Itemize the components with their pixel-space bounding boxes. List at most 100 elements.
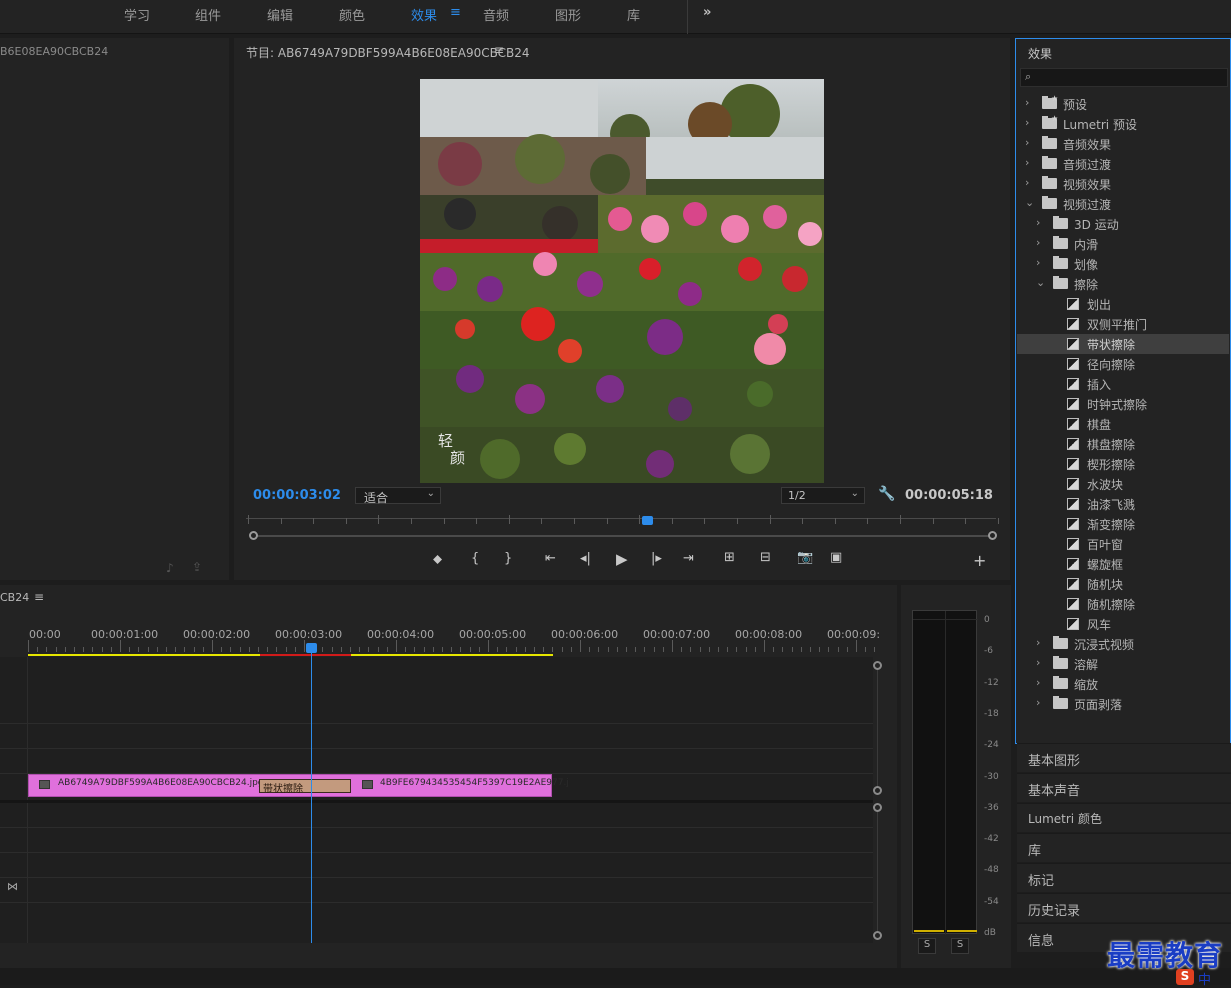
effects-tree-item[interactable]: › 音频效果 bbox=[1017, 134, 1229, 154]
vertical-zoom-handle[interactable] bbox=[873, 661, 882, 670]
workspace-tab-editing[interactable]: 编辑 bbox=[267, 5, 293, 24]
effects-search-input[interactable]: ⌕ bbox=[1020, 68, 1228, 87]
mark-in-icon[interactable]: { bbox=[471, 551, 479, 566]
extract-icon[interactable]: ⊟ bbox=[760, 550, 771, 565]
solo-button-left[interactable]: S bbox=[918, 938, 936, 954]
effects-tree-item[interactable]: › 沉浸式视频 bbox=[1017, 634, 1229, 654]
mark-out-icon[interactable]: } bbox=[504, 551, 512, 566]
effects-tree-item[interactable]: 风车 bbox=[1017, 614, 1229, 634]
chevron-right-icon[interactable]: › bbox=[1036, 636, 1040, 649]
side-panel-tab[interactable]: 基本声音 bbox=[1017, 773, 1231, 802]
play-icon[interactable]: ▶ bbox=[616, 550, 628, 568]
side-panel-tab[interactable]: 标记 bbox=[1017, 863, 1231, 892]
effects-tree-item[interactable]: 划出 bbox=[1017, 294, 1229, 314]
vertical-zoom-handle[interactable] bbox=[873, 803, 882, 812]
zoom-handle-left[interactable] bbox=[249, 531, 258, 540]
side-panel-tab[interactable]: 基本图形 bbox=[1017, 743, 1231, 772]
effects-tree-item[interactable]: › 音频过渡 bbox=[1017, 154, 1229, 174]
effects-tree-item[interactable]: › 缩放 bbox=[1017, 674, 1229, 694]
effects-tree-item[interactable]: 双侧平推门 bbox=[1017, 314, 1229, 334]
timeline-playhead-line[interactable] bbox=[311, 653, 312, 943]
vertical-scrollbar[interactable] bbox=[877, 812, 878, 931]
program-playhead[interactable] bbox=[642, 516, 653, 525]
program-menu-icon[interactable]: ≡ bbox=[494, 43, 504, 57]
chevron-right-icon[interactable]: › bbox=[1036, 676, 1040, 689]
effects-tree-item[interactable]: 径向擦除 bbox=[1017, 354, 1229, 374]
chevron-right-icon[interactable]: › bbox=[1036, 236, 1040, 249]
workspace-tab-assembly[interactable]: 组件 bbox=[195, 5, 221, 24]
zoom-handle-right[interactable] bbox=[988, 531, 997, 540]
workspace-tab-effects[interactable]: 效果 bbox=[411, 5, 437, 24]
add-marker-icon[interactable]: ⬥ bbox=[433, 552, 442, 567]
fit-dropdown[interactable]: 适合 ⌄ bbox=[355, 487, 441, 505]
effects-tree-item[interactable]: › 内滑 bbox=[1017, 234, 1229, 254]
effects-tree-item[interactable]: 渐变擦除 bbox=[1017, 514, 1229, 534]
effects-tree-item[interactable]: › 视频效果 bbox=[1017, 174, 1229, 194]
chevron-right-icon[interactable]: › bbox=[1036, 216, 1040, 229]
vertical-zoom-handle[interactable] bbox=[873, 931, 882, 940]
vertical-scrollbar[interactable] bbox=[877, 670, 878, 786]
add-button-icon[interactable]: + bbox=[973, 551, 986, 570]
export-frame-icon[interactable]: 📷 bbox=[797, 550, 813, 565]
effects-tree-item[interactable]: 螺旋框 bbox=[1017, 554, 1229, 574]
go-to-out-icon[interactable]: ⇥ bbox=[683, 551, 694, 566]
effects-tree-item[interactable]: › 溶解 bbox=[1017, 654, 1229, 674]
chevron-right-icon[interactable]: › bbox=[1025, 96, 1029, 109]
effects-tree-item[interactable]: 棋盘擦除 bbox=[1017, 434, 1229, 454]
export-frame-icon[interactable]: ⇪ bbox=[192, 560, 202, 574]
chevron-right-icon[interactable]: › bbox=[1025, 176, 1029, 189]
effects-tree-item[interactable]: › 划像 bbox=[1017, 254, 1229, 274]
solo-button-right[interactable]: S bbox=[951, 938, 969, 954]
effects-tree-item[interactable]: 楔形擦除 bbox=[1017, 454, 1229, 474]
effects-tree-item[interactable]: 随机擦除 bbox=[1017, 594, 1229, 614]
chevron-right-icon[interactable]: › bbox=[1025, 136, 1029, 149]
workspace-tab-learn[interactable]: 学习 bbox=[124, 5, 150, 24]
wrench-icon[interactable]: 🔧 bbox=[878, 486, 895, 502]
chevron-right-icon[interactable]: › bbox=[1036, 656, 1040, 669]
effects-tree-item[interactable]: › ★ Lumetri 预设 bbox=[1017, 114, 1229, 134]
step-back-icon[interactable]: ◂| bbox=[580, 551, 591, 566]
effects-tree-item[interactable]: 随机块 bbox=[1017, 574, 1229, 594]
go-to-in-icon[interactable]: ⇤ bbox=[545, 551, 556, 566]
chevron-right-icon[interactable]: › bbox=[1025, 156, 1029, 169]
effects-tree-item[interactable]: 插入 bbox=[1017, 374, 1229, 394]
side-panel-tab[interactable]: 历史记录 bbox=[1017, 893, 1231, 922]
timeline-menu-icon[interactable]: ≡ bbox=[34, 590, 44, 604]
effects-tree-item[interactable]: › 页面剥落 bbox=[1017, 694, 1229, 714]
chevron-right-icon[interactable]: › bbox=[1036, 696, 1040, 709]
effects-tree-item[interactable]: › ★ 预设 bbox=[1017, 94, 1229, 114]
effects-tree-item[interactable]: 棋盘 bbox=[1017, 414, 1229, 434]
comparison-view-icon[interactable]: ▣ bbox=[830, 550, 842, 565]
step-forward-icon[interactable]: |▸ bbox=[651, 551, 662, 566]
resolution-dropdown[interactable]: 1/2 ⌄ bbox=[781, 487, 865, 504]
program-current-timecode[interactable]: 00:00:03:02 bbox=[253, 488, 341, 503]
workspace-tab-libraries[interactable]: 库 bbox=[627, 5, 640, 24]
vertical-zoom-handle[interactable] bbox=[873, 786, 882, 795]
workspace-tab-audio[interactable]: 音频 bbox=[483, 5, 509, 24]
side-panel-tab[interactable]: Lumetri 颜色 bbox=[1017, 803, 1231, 832]
effects-tree-item[interactable]: ⌄ 擦除 bbox=[1017, 274, 1229, 294]
effects-tree-item[interactable]: 水波块 bbox=[1017, 474, 1229, 494]
program-zoom-bar[interactable] bbox=[253, 535, 992, 537]
effects-tree-item[interactable]: ⌄ 视频过渡 bbox=[1017, 194, 1229, 214]
timeline-ruler[interactable]: 00:00 00:00:01:00 00:00:02:00 00:00:03:0… bbox=[27, 627, 880, 657]
effects-tree-item[interactable]: 带状擦除 bbox=[1017, 334, 1229, 354]
effects-tree-item[interactable]: › 3D 运动 bbox=[1017, 214, 1229, 234]
chevron-right-icon[interactable]: › bbox=[1036, 256, 1040, 269]
workspace-menu-icon[interactable]: ≡ bbox=[450, 5, 461, 20]
effects-tree-item[interactable]: 油漆飞溅 bbox=[1017, 494, 1229, 514]
workspace-tab-color[interactable]: 颜色 bbox=[339, 5, 365, 24]
chevron-down-icon[interactable]: ⌄ bbox=[1036, 276, 1045, 289]
side-panel-tab[interactable]: 库 bbox=[1017, 833, 1231, 862]
effects-tree-item[interactable]: 时钟式擦除 bbox=[1017, 394, 1229, 414]
track-sync-icon[interactable]: ⋈ bbox=[7, 880, 18, 893]
transition-band-wipe[interactable]: 带状擦除 bbox=[259, 779, 351, 795]
lift-icon[interactable]: ⊞ bbox=[724, 550, 735, 565]
workspace-tab-graphics[interactable]: 图形 bbox=[555, 5, 581, 24]
chevron-right-icon[interactable]: › bbox=[1025, 116, 1029, 129]
workspace-overflow-icon[interactable]: » bbox=[703, 5, 711, 20]
insert-audio-icon[interactable]: ♪ bbox=[166, 561, 174, 575]
timeline-playhead-handle[interactable] bbox=[306, 643, 317, 653]
program-ruler[interactable] bbox=[246, 518, 996, 519]
chevron-down-icon[interactable]: ⌄ bbox=[1025, 196, 1034, 209]
